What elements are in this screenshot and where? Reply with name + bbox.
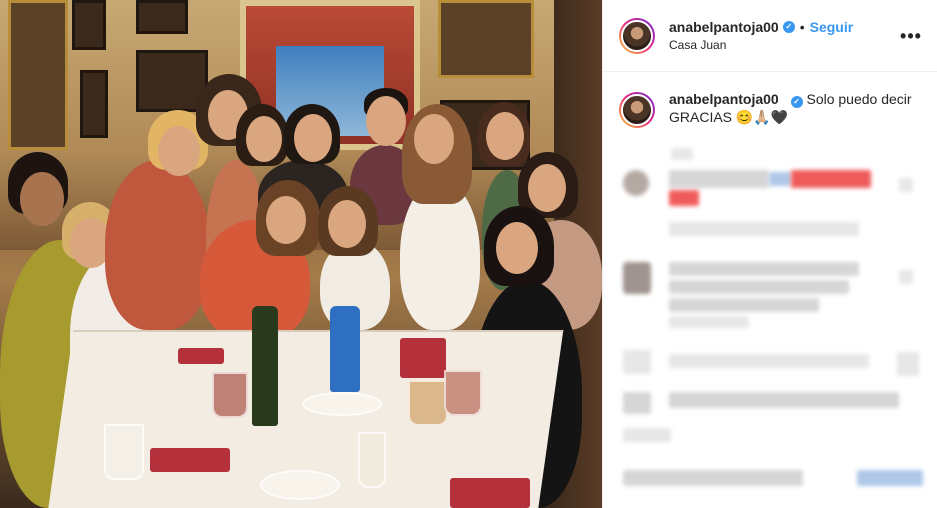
photo-person-face [158,126,200,176]
photo-picture-frame [80,70,108,138]
blurred-comment-block [669,190,699,206]
blurred-comment-block [899,178,913,192]
caption-avatar[interactable] [619,92,655,128]
photo-person-face [20,172,64,226]
blurred-commenter-avatar [623,350,651,374]
blurred-comment-block [669,392,899,408]
caption-text-block: anabelpantoja00 ✓ Solo puedo decir GRACI… [669,90,921,128]
photo-plate [260,470,340,500]
photo-person-face [246,116,282,162]
blurred-comment-block [897,352,919,376]
post-header: anabelpantoja00 ✓ • Seguir Casa Juan ••• [603,0,937,72]
photo-person-face [266,196,306,244]
blurred-comment-block [669,170,769,188]
blurred-comment-block [623,470,803,486]
blurred-comment-block [669,280,849,294]
photo-glass [444,370,482,416]
photo-person-face [414,114,454,164]
photo-person [105,160,210,330]
blurred-comment-block [857,470,923,486]
blurred-comment-block [899,270,913,284]
verified-badge-icon: ✓ [790,96,803,108]
post-header-row: anabelpantoja00 ✓ • Seguir [669,18,899,36]
instagram-post: anabelpantoja00 ✓ • Seguir Casa Juan •••… [0,0,937,508]
blurred-commenter-avatar [623,392,651,414]
blurred-comment-block [769,172,791,186]
avatar-image [621,94,653,126]
photo-napkin [450,478,530,508]
photo-person-face [294,114,332,162]
blurred-comment-block [669,316,749,328]
photo-mirror-frame [8,0,68,150]
blurred-comment-block [671,148,693,160]
photo-glass [358,432,386,488]
photo-water-bottle [330,306,360,392]
photo-napkin [150,448,230,472]
separator-dot: • [799,19,805,35]
blurred-commenter-avatar [623,170,649,196]
photo-person-face [486,112,524,160]
blurred-comment-block [669,222,859,236]
photo-picture-frame [136,0,188,34]
post-side-panel: anabelpantoja00 ✓ • Seguir Casa Juan •••… [602,0,937,508]
blurred-commenter-avatar [623,262,651,294]
photo-glass [104,424,144,480]
blurred-comment-block [669,354,869,368]
verified-badge-icon: ✓ [782,21,795,33]
more-options-icon[interactable]: ••• [899,27,923,45]
post-header-meta: anabelpantoja00 ✓ • Seguir Casa Juan [669,18,899,53]
author-avatar[interactable] [619,17,655,54]
photo-plate [302,392,382,416]
photo-wine-bottle [252,306,278,426]
post-caption: anabelpantoja00 ✓ Solo puedo decir GRACI… [603,72,937,128]
caption-username[interactable]: anabelpantoja00 [669,91,779,107]
follow-button[interactable]: Seguir [810,18,854,36]
photo-picture-frame [438,0,534,78]
photo-person-face [528,164,566,212]
photo-napkin [178,348,224,364]
photo-person-face [496,222,538,274]
post-location[interactable]: Casa Juan [669,37,899,53]
photo-picture-frame [72,0,106,50]
blurred-comment-block [669,298,819,312]
post-photo[interactable] [0,0,602,508]
photo-glass [212,372,248,418]
blurred-comment-block [669,262,859,276]
author-username[interactable]: anabelpantoja00 [669,18,779,36]
photo-napkin [400,338,446,378]
photo-person-face [366,96,406,146]
avatar-image [621,19,653,52]
photo-glass [408,380,448,426]
photo-person-face [328,200,366,248]
blurred-comment-block [623,428,671,442]
blurred-comment-block [791,170,871,188]
